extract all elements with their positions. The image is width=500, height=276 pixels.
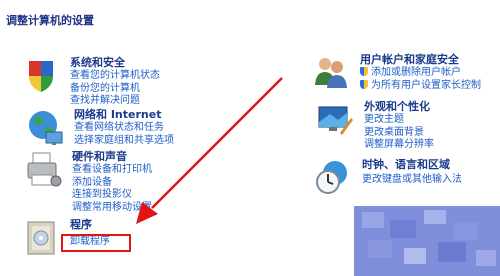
watermark-mosaic — [354, 206, 500, 276]
annotation-highlight-box — [61, 234, 131, 252]
